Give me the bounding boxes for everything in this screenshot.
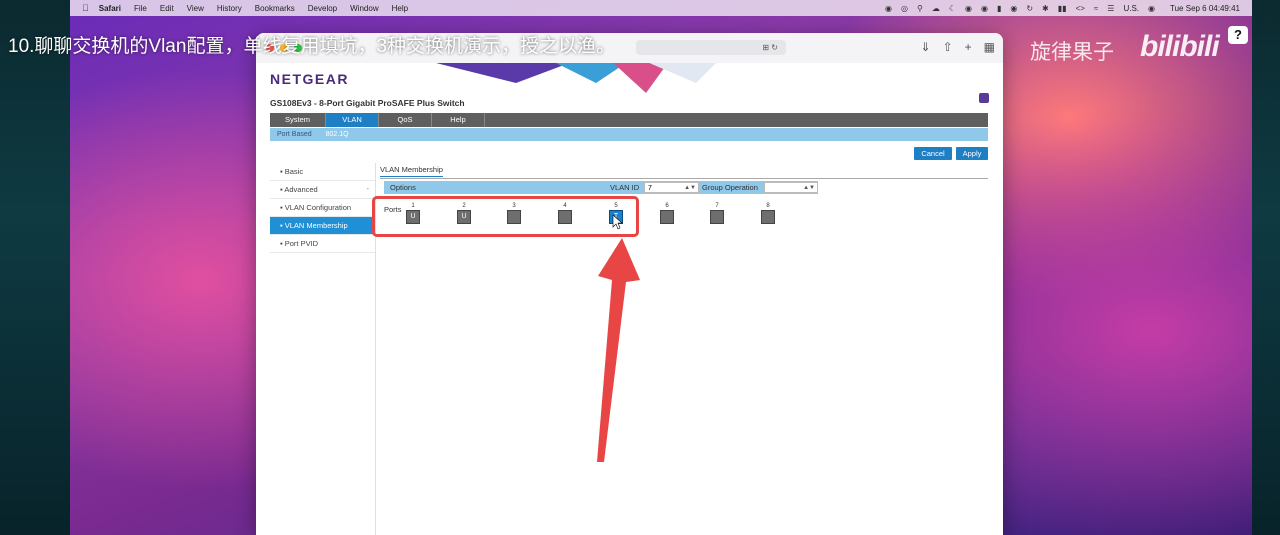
collapse-icon: -: [366, 186, 369, 193]
help-badge[interactable]: ?: [1228, 26, 1248, 44]
code-icon[interactable]: <>: [1076, 4, 1085, 13]
safari-window: ⊞ ↻ ⇓ ⇧ + ▦ NETGEAR GS108Ev3 - 8-Port Gi…: [256, 33, 1003, 535]
port-membership-toggle[interactable]: [761, 210, 775, 224]
menubar-clock[interactable]: Tue Sep 6 04:49:41: [1170, 4, 1240, 13]
input-source[interactable]: U.S.: [1123, 4, 1139, 13]
wifi-icon[interactable]: ≈: [1094, 4, 1098, 13]
netgear-logo: NETGEAR: [270, 71, 349, 87]
select-arrow-icon: ▲▼: [803, 185, 815, 191]
port-6: 6: [660, 203, 674, 224]
wechat-icon[interactable]: ◉: [981, 4, 988, 13]
key-icon[interactable]: ⚲: [917, 4, 923, 13]
port-number: 7: [715, 203, 719, 209]
vlan-id-select[interactable]: 7 ▲▼: [644, 182, 699, 193]
menu-vlan-membership[interactable]: ▪ VLAN Membership: [270, 217, 375, 235]
bluetooth-icon[interactable]: ✱: [1042, 4, 1049, 13]
status-area: ◉ ◎ ⚲ ☁ ☾ ◉ ◉ ▮ ◉ ↻ ✱ ▮▮ <> ≈ ☰ U.S. ◉ T…: [885, 0, 1240, 16]
menu-advanced-label: Advanced: [284, 185, 318, 194]
download-icon[interactable]: ⇓: [921, 40, 931, 54]
eye-icon[interactable]: ◎: [901, 4, 908, 13]
mac-menu-bar:  Safari File Edit View History Bookmark…: [70, 0, 1252, 16]
menu-view[interactable]: View: [187, 4, 204, 13]
device-model: GS108Ev3 - 8-Port Gigabit ProSAFE Plus S…: [270, 98, 465, 108]
menu-basic-label: Basic: [284, 167, 304, 176]
battery-icon[interactable]: ▮▮: [1058, 4, 1067, 13]
target-icon[interactable]: ◉: [965, 4, 972, 13]
tab-help[interactable]: Help: [432, 113, 485, 127]
port-number: 6: [665, 203, 669, 209]
subtab-802-1q[interactable]: 802.1Q: [319, 128, 356, 141]
menu-port-pvid-label: Port PVID: [284, 239, 319, 248]
group-operation-label: Group Operation: [702, 183, 758, 192]
banner-shape: [626, 63, 726, 83]
apple-icon[interactable]: : [82, 3, 89, 13]
menu-bookmarks[interactable]: Bookmarks: [255, 4, 295, 13]
video-right-strip: [1252, 0, 1280, 535]
netgear-banner: NETGEAR GS108Ev3 - 8-Port Gigabit ProSAF…: [256, 63, 1003, 113]
tab-qos[interactable]: QoS: [379, 113, 432, 127]
toolbar-icons: ⇓ ⇧ + ▦: [921, 40, 995, 54]
menu-basic[interactable]: ▪ Basic: [270, 163, 375, 181]
vlan-id-value: 7: [648, 185, 652, 192]
port-number: 8: [766, 203, 770, 209]
logout-icon[interactable]: [979, 93, 989, 103]
divider: [380, 178, 988, 179]
control-center-icon[interactable]: ☰: [1107, 4, 1114, 13]
vlan-id-label: VLAN ID: [610, 183, 640, 192]
sub-nav: Port Based 802.1Q: [270, 128, 988, 141]
menu-develop[interactable]: Develop: [308, 4, 337, 13]
menu-vlan-membership-label: VLAN Membership: [284, 221, 348, 230]
time-machine-icon[interactable]: ↻: [1026, 4, 1033, 13]
port-8: 8: [761, 203, 775, 224]
port-membership-toggle[interactable]: [660, 210, 674, 224]
share-icon[interactable]: ⇧: [943, 40, 953, 54]
menu-app-name[interactable]: Safari: [99, 4, 121, 13]
menu-vlan-configuration[interactable]: ▪ VLAN Configuration: [270, 199, 375, 217]
options-bar: Options VLAN ID 7 ▲▼ Group Operation ▲▼: [384, 181, 818, 194]
menu-history[interactable]: History: [217, 4, 242, 13]
annotation-highlight-box: [372, 196, 639, 237]
address-bar[interactable]: ⊞ ↻: [636, 40, 786, 55]
menu-advanced[interactable]: ▪ Advanced -: [270, 181, 375, 199]
cancel-button[interactable]: Cancel: [914, 147, 952, 160]
port-membership-toggle[interactable]: [710, 210, 724, 224]
tab-system[interactable]: System: [270, 113, 326, 127]
port-7: 7: [710, 203, 724, 224]
menu-window[interactable]: Window: [350, 4, 378, 13]
cloud-icon[interactable]: ☁: [932, 4, 940, 13]
tab-overview-icon[interactable]: ▦: [984, 40, 995, 54]
tab-vlan[interactable]: VLAN: [326, 113, 379, 127]
panel-title: VLAN Membership: [380, 165, 443, 177]
video-left-strip: [0, 0, 70, 535]
menu-vlan-config-label: VLAN Configuration: [284, 203, 352, 212]
options-label: Options: [390, 183, 416, 192]
moon-icon[interactable]: ☾: [949, 4, 956, 13]
bilibili-logo: bilibili: [1140, 30, 1220, 63]
menu-help[interactable]: Help: [392, 4, 408, 13]
menu-port-pvid[interactable]: ▪ Port PVID: [270, 235, 375, 253]
menu-edit[interactable]: Edit: [160, 4, 174, 13]
apply-button[interactable]: Apply: [956, 147, 988, 160]
subtab-port-based[interactable]: Port Based: [270, 128, 319, 141]
uploader-watermark: 旋律果子: [1030, 41, 1114, 64]
headphones-icon[interactable]: ◉: [1010, 4, 1017, 13]
group-operation-select[interactable]: ▲▼: [764, 182, 818, 193]
new-tab-icon[interactable]: +: [965, 40, 972, 54]
mic-icon[interactable]: ▮: [997, 4, 1001, 13]
select-arrow-icon: ▲▼: [684, 185, 696, 191]
record-icon[interactable]: ◉: [885, 4, 892, 13]
left-menu: ▪ Basic ▪ Advanced - ▪ VLAN Configuration…: [270, 163, 376, 535]
video-caption: 10.聊聊交换机的Vlan配置，单线复用填坑，3种交换机演示，授之以渔。: [8, 36, 616, 57]
menu-file[interactable]: File: [134, 4, 147, 13]
siri-icon[interactable]: ◉: [1148, 4, 1155, 13]
top-nav: System VLAN QoS Help: [270, 113, 988, 127]
